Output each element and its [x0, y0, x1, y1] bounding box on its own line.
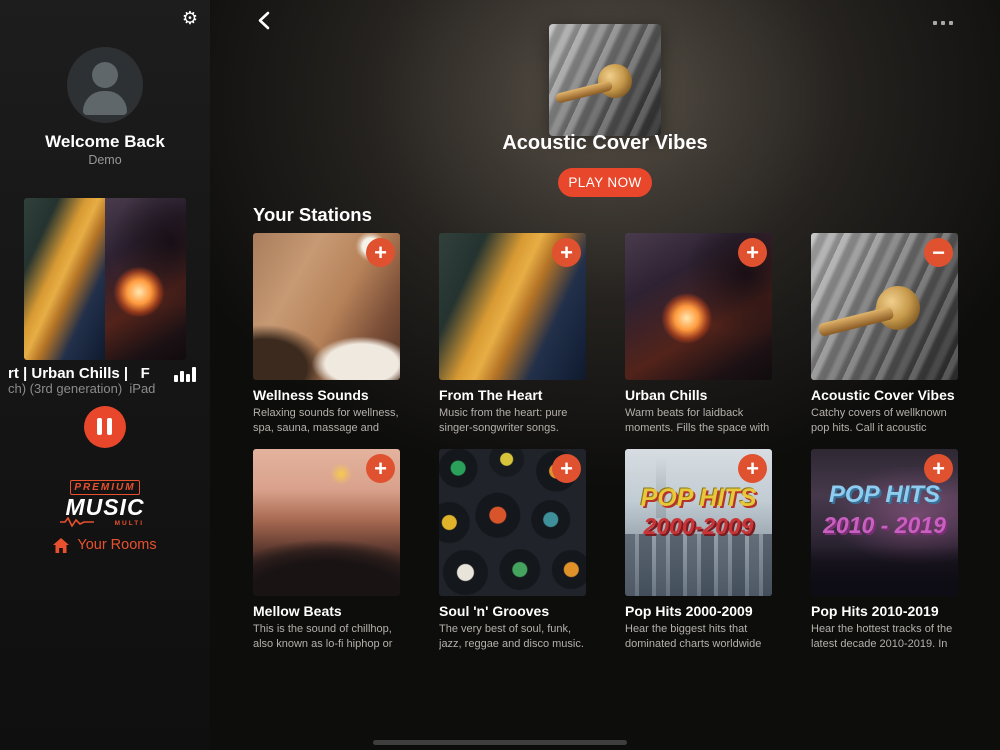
sidebar: ⚙ Welcome Back Demo rt | Urban Chills | … [0, 0, 210, 750]
station-card-artwork[interactable]: + [253, 449, 400, 596]
station-card-artwork[interactable]: POP HITS 2010 - 2019 + [811, 449, 958, 596]
now-playing-device-marquee: ch) (3rd generation) iPad [8, 381, 156, 396]
station-card-title: Urban Chills [625, 387, 708, 403]
station-card-acoustic-cover-vibes[interactable]: − Acoustic Cover Vibes Catchy covers of … [811, 233, 958, 436]
station-card-artwork[interactable]: POP HITS 2000-2009 + [625, 449, 772, 596]
station-card-description: Warm beats for laidback moments. Fills t… [625, 407, 770, 434]
now-playing-art-right [105, 198, 186, 360]
station-card-description: The very best of soul, funk, jazz, regga… [439, 623, 584, 650]
station-card-artwork[interactable]: + [439, 233, 586, 380]
station-card-title: Acoustic Cover Vibes [811, 387, 955, 403]
welcome-title: Welcome Back [45, 132, 165, 151]
avatar[interactable] [67, 47, 143, 123]
add-station-button[interactable]: + [366, 454, 395, 483]
artwork-text: 2000-2009 [643, 513, 754, 540]
stations-grid: + Wellness Sounds Relaxing sounds for we… [253, 233, 965, 652]
station-card-urban-chills[interactable]: + Urban Chills Warm beats for laidback m… [625, 233, 772, 436]
station-card-title: From The Heart [439, 387, 543, 403]
add-station-button[interactable]: + [552, 238, 581, 267]
stations-heading: Your Stations [253, 204, 372, 225]
station-card-wellness-sounds[interactable]: + Wellness Sounds Relaxing sounds for we… [253, 233, 400, 436]
logo-premium-text: PREMIUM [70, 480, 140, 495]
station-card-pop-hits-2000-2009[interactable]: POP HITS 2000-2009 + Pop Hits 2000-2009 … [625, 449, 772, 652]
station-card-description: Hear the hottest tracks of the latest de… [811, 623, 953, 650]
pause-button[interactable] [84, 406, 126, 448]
artwork-text: POP HITS [828, 480, 941, 508]
play-now-button[interactable]: PLAY NOW [558, 168, 652, 197]
add-station-button[interactable]: + [924, 454, 953, 483]
home-icon [53, 537, 70, 553]
more-options-icon[interactable] [929, 17, 957, 29]
station-hero-artwork[interactable] [549, 24, 661, 136]
remove-station-button[interactable]: − [924, 238, 953, 267]
station-card-title: Pop Hits 2010-2019 [811, 603, 939, 619]
premium-music-logo: PREMIUM MUSIC MULTI [0, 477, 210, 527]
station-card-title: Mellow Beats [253, 603, 342, 619]
station-card-title: Wellness Sounds [253, 387, 369, 403]
add-station-button[interactable]: + [552, 454, 581, 483]
home-indicator-bar[interactable] [373, 740, 627, 745]
now-playing-track-marquee: rt | Urban Chills | F [8, 365, 150, 382]
settings-gear-icon[interactable]: ⚙ [182, 9, 198, 27]
station-card-artwork[interactable]: + [253, 233, 400, 380]
station-card-mellow-beats[interactable]: + Mellow Beats This is the sound of chil… [253, 449, 400, 652]
back-button[interactable] [250, 8, 278, 36]
station-card-artwork[interactable]: − [811, 233, 958, 380]
artwork-text: 2010 - 2019 [823, 511, 946, 538]
waveform-icon [60, 517, 94, 527]
your-rooms-button[interactable]: Your Rooms [0, 537, 210, 553]
artwork-text: POP HITS [640, 483, 757, 512]
chevron-left-icon [258, 11, 270, 30]
user-name: Demo [88, 153, 122, 167]
add-station-button[interactable]: + [738, 238, 767, 267]
station-title: Acoustic Cover Vibes [502, 132, 708, 154]
station-card-from-the-heart[interactable]: + From The Heart Music from the heart: p… [439, 233, 586, 436]
main-content: Acoustic Cover Vibes PLAY NOW Your Stati… [210, 0, 1000, 750]
station-card-artwork[interactable]: + [439, 449, 586, 596]
station-card-description: Hear the biggest hits that dominated cha… [625, 623, 762, 650]
add-station-button[interactable]: + [738, 454, 767, 483]
app-window: ⚙ Welcome Back Demo rt | Urban Chills | … [0, 0, 1000, 750]
city-art [811, 546, 958, 596]
now-playing-artwork[interactable] [24, 198, 186, 360]
station-card-artwork[interactable]: + [625, 233, 772, 380]
logo-music-text: MUSIC [65, 494, 145, 520]
station-card-description: Relaxing sounds for wellness, spa, sauna… [253, 407, 399, 434]
person-icon [83, 91, 127, 115]
now-playing-art-left [24, 198, 105, 360]
station-card-description: This is the sound of chillhop, also know… [253, 623, 393, 650]
city-art [625, 534, 772, 596]
person-icon [92, 62, 118, 88]
station-card-soul-n-grooves[interactable]: + Soul 'n' Grooves The very best of soul… [439, 449, 586, 652]
now-playing-row: rt | Urban Chills | F [8, 362, 196, 382]
your-rooms-label: Your Rooms [77, 537, 157, 553]
station-card-pop-hits-2010-2019[interactable]: POP HITS 2010 - 2019 + Pop Hits 2010-201… [811, 449, 958, 652]
pause-icon [97, 418, 112, 435]
add-station-button[interactable]: + [366, 238, 395, 267]
trumpet-art [554, 79, 614, 104]
station-card-title: Soul 'n' Grooves [439, 603, 550, 619]
station-card-title: Pop Hits 2000-2009 [625, 603, 753, 619]
station-card-description: Catchy covers of wellknown pop hits. Cal… [811, 407, 947, 434]
equalizer-icon [174, 367, 196, 382]
station-card-description: Music from the heart: pure singer-songwr… [439, 407, 568, 434]
